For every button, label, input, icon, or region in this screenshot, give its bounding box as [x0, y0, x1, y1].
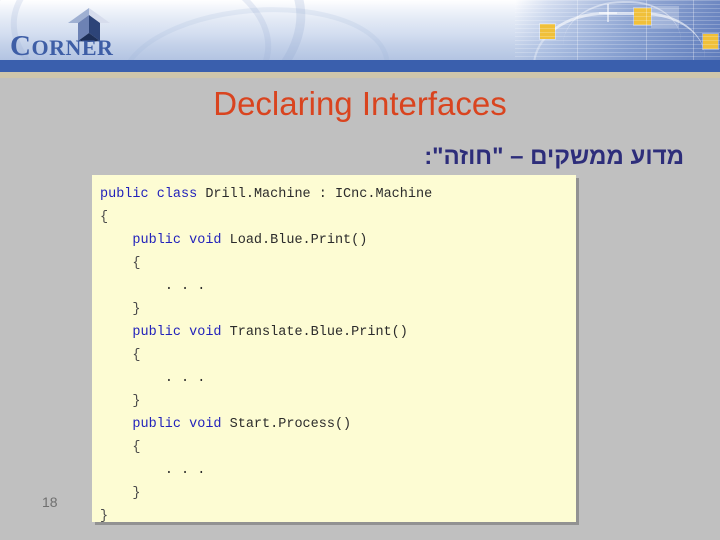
header-blue-divider	[0, 60, 720, 72]
header-cad-photo	[515, 0, 720, 60]
code-line: {	[100, 256, 141, 271]
code-token: . . .	[164, 463, 206, 478]
code-block: public class Drill.Machine : ICnc.Machin…	[92, 175, 576, 522]
code-token: public	[132, 417, 182, 432]
code-line: . . .	[100, 463, 206, 478]
code-token: public	[100, 187, 149, 202]
code-token: }	[132, 302, 141, 317]
code-line: . . .	[100, 279, 206, 294]
code-line: }	[100, 394, 141, 409]
code-line: public void Translate.Blue.Print()	[100, 325, 408, 340]
code-token: {	[132, 256, 141, 271]
corner-logo: CORNER	[6, 8, 126, 62]
code-token: . . .	[164, 279, 206, 294]
code-token: {	[132, 440, 141, 455]
logo-rest: ORNER	[31, 35, 114, 60]
code-token: }	[132, 486, 141, 501]
corner-wordmark: CORNER	[10, 30, 113, 63]
code-token: class	[156, 187, 198, 202]
code-token: public	[132, 325, 182, 340]
code-line: public void Load.Blue.Print()	[100, 233, 367, 248]
slide-title: Declaring Interfaces	[213, 85, 507, 122]
code-line: {	[100, 440, 141, 455]
code-token: Translate.Blue.Print()	[221, 325, 408, 340]
slide-subtitle: מדוע ממשקים – "חוזה":	[424, 143, 684, 170]
code-token: void	[189, 233, 222, 248]
code-token: }	[132, 394, 141, 409]
code-line: public class Drill.Machine : ICnc.Machin…	[100, 187, 432, 202]
code-token: }	[100, 509, 109, 522]
code-token: Load.Blue.Print()	[221, 233, 368, 248]
page-number: 18	[42, 494, 58, 510]
header-tan-strip	[0, 72, 720, 78]
code-line: }	[100, 486, 141, 501]
code-line: }	[100, 509, 108, 522]
cad-scanline-overlay	[515, 0, 720, 60]
logo-initial: C	[10, 30, 32, 62]
code-token: . . .	[164, 371, 206, 386]
code-line: {	[100, 348, 141, 363]
code-token: Start.Process()	[221, 417, 352, 432]
code-token: {	[132, 348, 141, 363]
code-token: {	[100, 210, 109, 225]
code-token: void	[189, 325, 222, 340]
presentation-slide: CORNER Declaring Interfaces מדוע ממשקים …	[0, 0, 720, 540]
code-token: public	[132, 233, 182, 248]
code-listing: public class Drill.Machine : ICnc.Machin…	[92, 175, 576, 522]
code-line: public void Start.Process()	[100, 417, 351, 432]
code-line: . . .	[100, 371, 206, 386]
code-line: {	[100, 210, 108, 225]
code-token: void	[189, 417, 222, 432]
code-line: }	[100, 302, 141, 317]
code-token: Drill.Machine : ICnc.Machine	[197, 187, 433, 202]
